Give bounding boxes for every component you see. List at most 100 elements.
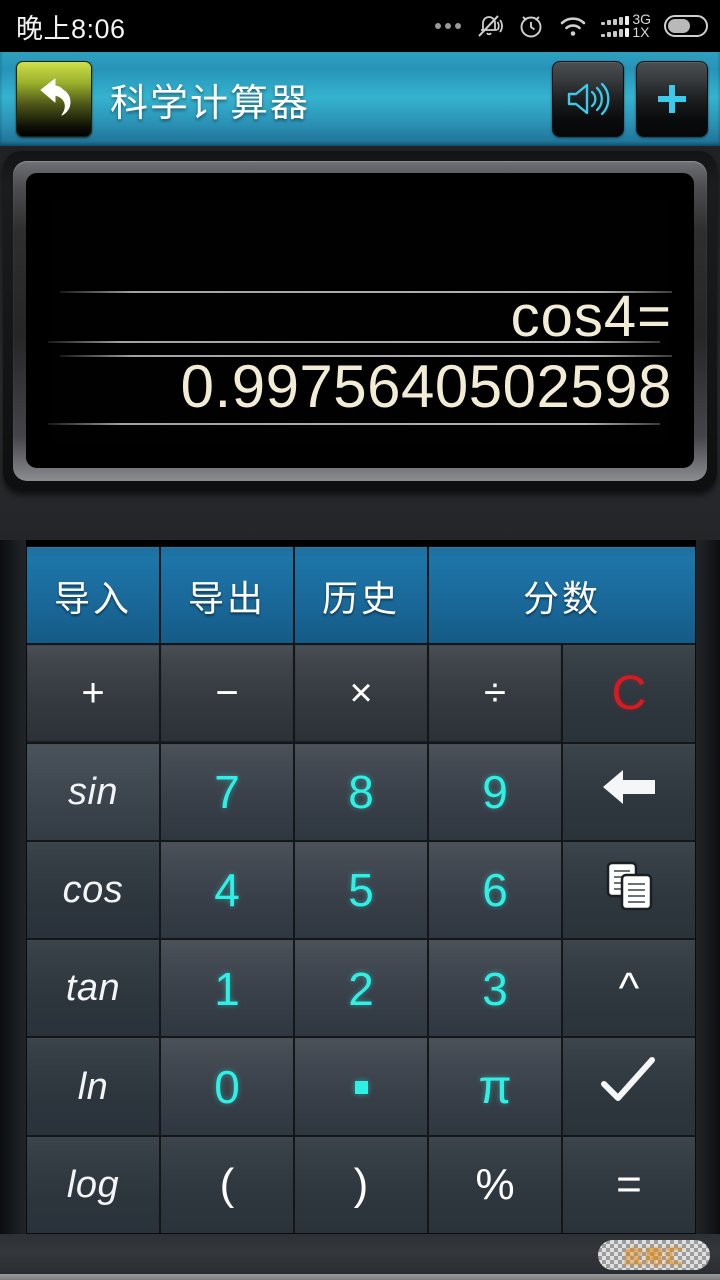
- add-button[interactable]: [636, 61, 708, 137]
- close-paren-button-label: ): [353, 1160, 369, 1210]
- watermark-label: 应用汇: [623, 1245, 684, 1268]
- digit-8-button[interactable]: 8: [295, 743, 427, 840]
- keypad-grid: 导入 导出 历史 分数 + − × ÷ Csin 7 8 9 cos 4 5 6 tan 1 2 3 ^ ln 0 π log (…: [26, 546, 696, 1234]
- import-button-label: 导入: [53, 578, 132, 620]
- equals-button-label: =: [616, 1160, 642, 1210]
- tan-button[interactable]: tan: [27, 940, 159, 1037]
- minus-button[interactable]: −: [161, 645, 293, 742]
- fraction-button[interactable]: 分数: [429, 547, 695, 644]
- digit-7-button-label: 7: [214, 766, 240, 819]
- display-expression: cos4=: [510, 284, 672, 349]
- import-button[interactable]: 导入: [27, 547, 159, 644]
- calculator-display[interactable]: cos4= 0.9975640502598: [26, 173, 694, 468]
- plus-icon: [658, 85, 686, 113]
- digit-2-button[interactable]: 2: [295, 940, 427, 1037]
- sound-button[interactable]: [552, 61, 624, 137]
- check-sqrt-icon: [598, 1054, 660, 1121]
- backspace-arrow-icon: [599, 763, 659, 822]
- percent-button-label: %: [475, 1160, 515, 1210]
- divide-button[interactable]: ÷: [429, 645, 561, 742]
- backspace-button[interactable]: [563, 743, 695, 840]
- digit-1-button[interactable]: 1: [161, 940, 293, 1037]
- digit-6-button[interactable]: 6: [429, 841, 561, 939]
- back-button[interactable]: [16, 61, 92, 137]
- back-arrow-icon: [40, 78, 71, 116]
- multiply-button-label: ×: [349, 671, 373, 716]
- divide-button-label: ÷: [484, 671, 506, 716]
- display-bezel-inner: cos4= 0.9975640502598: [13, 161, 707, 481]
- bottom-bar: 应用汇: [0, 1234, 720, 1280]
- tan-button-label: tan: [65, 967, 121, 1010]
- equals-button[interactable]: =: [563, 1136, 695, 1233]
- clear-button[interactable]: C: [563, 645, 695, 742]
- keypad-right-edge: [696, 540, 720, 1240]
- decimal-point-button[interactable]: [295, 1038, 427, 1135]
- sin-button[interactable]: sin: [27, 743, 159, 840]
- ln-button-label: ln: [77, 1065, 109, 1108]
- app-watermark-badge: 应用汇: [598, 1240, 710, 1270]
- percent-button[interactable]: %: [429, 1136, 561, 1233]
- battery-icon: [664, 15, 708, 37]
- signal-bars-icon: 3G 1X: [601, 12, 651, 40]
- log-button-label: log: [66, 1163, 120, 1206]
- digit-5-button[interactable]: 5: [295, 841, 427, 939]
- status-icon-group: 3G 1X: [435, 12, 708, 40]
- more-dots-icon: [435, 23, 462, 29]
- digit-7-button[interactable]: 7: [161, 743, 293, 840]
- open-paren-button[interactable]: (: [161, 1136, 293, 1233]
- ln-button[interactable]: ln: [27, 1038, 159, 1135]
- export-button[interactable]: 导出: [161, 547, 293, 644]
- multiply-button[interactable]: ×: [295, 645, 427, 742]
- wifi-icon: [561, 17, 586, 36]
- pi-button-label: π: [478, 1060, 512, 1114]
- copy-icon: [600, 856, 658, 925]
- plus-button[interactable]: +: [27, 645, 159, 742]
- digit-4-button[interactable]: 4: [161, 841, 293, 939]
- digit-5-button-label: 5: [348, 864, 374, 917]
- digit-6-button-label: 6: [482, 864, 508, 917]
- cos-button-label: cos: [62, 868, 124, 911]
- digit-9-button[interactable]: 9: [429, 743, 561, 840]
- pi-button[interactable]: π: [429, 1038, 561, 1135]
- digit-3-button-label: 3: [482, 962, 508, 1015]
- sin-button-label: sin: [67, 770, 119, 813]
- digit-0-button[interactable]: 0: [161, 1038, 293, 1135]
- export-button-label: 导出: [187, 578, 266, 620]
- display-rule: [48, 423, 660, 425]
- digit-8-button-label: 8: [348, 766, 374, 819]
- display-area: cos4= 0.9975640502598: [0, 146, 720, 540]
- display-result: 0.9975640502598: [180, 353, 672, 420]
- network-type-secondary: 1X: [632, 24, 650, 40]
- cos-button[interactable]: cos: [27, 841, 159, 939]
- bell-muted-icon: [478, 15, 504, 37]
- minus-button-label: −: [215, 671, 239, 716]
- page-title: 科学计算器: [110, 80, 311, 125]
- keypad-left-edge: [0, 540, 26, 1240]
- digit-9-button-label: 9: [482, 766, 508, 819]
- clear-button-label: C: [611, 667, 647, 721]
- display-bezel-outer: cos4= 0.9975640502598: [3, 151, 717, 491]
- app-title-bar: 科学计算器: [0, 52, 720, 146]
- digit-3-button[interactable]: 3: [429, 940, 561, 1037]
- digit-1-button-label: 1: [214, 962, 240, 1015]
- digit-2-button-label: 2: [348, 962, 374, 1015]
- copy-button[interactable]: [563, 841, 695, 939]
- title-actions: [552, 61, 708, 137]
- history-button-label: 历史: [321, 578, 400, 620]
- open-paren-button-label: (: [219, 1160, 235, 1210]
- status-bar: 晚上8:06 3G 1X: [0, 0, 720, 52]
- digit-4-button-label: 4: [214, 864, 240, 917]
- power-button-label: ^: [618, 963, 640, 1013]
- fraction-button-label: 分数: [522, 578, 601, 620]
- decimal-point-glyph: [354, 1080, 368, 1094]
- plus-button-label: +: [81, 671, 105, 716]
- log-button[interactable]: log: [27, 1136, 159, 1233]
- power-button[interactable]: ^: [563, 940, 695, 1037]
- speaker-icon: [567, 82, 610, 116]
- square-root-button[interactable]: [563, 1038, 695, 1135]
- status-clock: 晚上8:06: [16, 13, 126, 44]
- close-paren-button[interactable]: ): [295, 1136, 427, 1233]
- digit-0-button-label: 0: [214, 1061, 240, 1114]
- alarm-clock-icon: [520, 16, 542, 38]
- history-button[interactable]: 历史: [295, 547, 427, 644]
